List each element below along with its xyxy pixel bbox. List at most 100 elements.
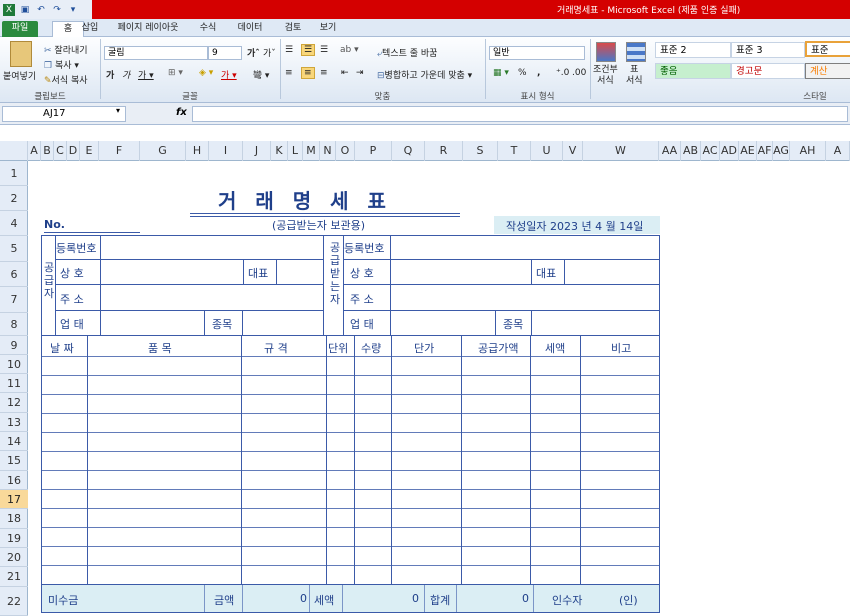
- align-middle-icon[interactable]: ☰: [301, 44, 316, 56]
- row-header[interactable]: 18: [0, 509, 28, 529]
- align-center-icon[interactable]: ≡: [301, 67, 315, 79]
- column-header[interactable]: Q: [392, 141, 425, 161]
- column-header[interactable]: M: [303, 141, 320, 161]
- column-header[interactable]: W: [583, 141, 659, 161]
- column-header[interactable]: D: [67, 141, 80, 161]
- column-header[interactable]: O: [336, 141, 355, 161]
- italic-icon[interactable]: 가: [122, 68, 130, 81]
- decrease-decimal-icon[interactable]: .00: [572, 68, 586, 78]
- customize-qat-icon[interactable]: ▾: [67, 4, 79, 16]
- row-header[interactable]: 12: [0, 393, 28, 413]
- currency-icon[interactable]: ▦ ▾: [493, 68, 509, 78]
- increase-decimal-icon[interactable]: ⁺.0: [556, 68, 569, 78]
- cut-button[interactable]: ✂ 잘라내기: [44, 43, 88, 56]
- row-header[interactable]: 7: [0, 287, 28, 313]
- conditional-format-button[interactable]: 조건부 서식: [593, 65, 618, 87]
- name-box-dropdown-icon[interactable]: ▾: [116, 106, 120, 115]
- conditional-format-icon[interactable]: [596, 42, 616, 62]
- orientation-icon[interactable]: ab ▾: [340, 45, 359, 55]
- name-box[interactable]: AJ17: [2, 106, 126, 122]
- merge-center-button[interactable]: ⊟병합하고 가운데 맞춤 ▾: [377, 68, 472, 81]
- row-header[interactable]: 21: [0, 567, 28, 587]
- font-size-combo[interactable]: 9: [208, 46, 242, 60]
- style-normal-3[interactable]: 표준 3: [731, 42, 805, 58]
- row-header[interactable]: 10: [0, 355, 28, 374]
- row-header[interactable]: 16: [0, 471, 28, 490]
- column-header[interactable]: S: [463, 141, 498, 161]
- column-header[interactable]: F: [99, 141, 140, 161]
- format-as-table-icon[interactable]: [626, 42, 646, 62]
- column-header[interactable]: AE: [739, 141, 757, 161]
- decrease-indent-icon[interactable]: ⇤: [341, 68, 349, 78]
- bold-icon[interactable]: 가: [106, 68, 114, 81]
- select-all-corner[interactable]: [0, 141, 28, 161]
- border-icon[interactable]: ⊞ ▾: [168, 68, 183, 78]
- fill-color-icon[interactable]: ◈ ▾: [199, 68, 213, 78]
- tab-view[interactable]: 보기: [316, 21, 340, 37]
- percent-icon[interactable]: %: [518, 68, 527, 78]
- row-header[interactable]: 13: [0, 413, 28, 432]
- column-header[interactable]: AD: [720, 141, 739, 161]
- column-header[interactable]: AH: [790, 141, 826, 161]
- row-header[interactable]: 22: [0, 587, 28, 616]
- column-header[interactable]: K: [271, 141, 288, 161]
- row-header[interactable]: 2: [0, 186, 28, 211]
- comma-icon[interactable]: ,: [537, 68, 540, 78]
- style-good[interactable]: 좋음: [655, 63, 731, 79]
- tab-page-layout[interactable]: 페이지 레이아웃: [113, 21, 183, 37]
- row-header[interactable]: 6: [0, 262, 28, 287]
- column-header[interactable]: H: [186, 141, 209, 161]
- column-header[interactable]: I: [209, 141, 243, 161]
- row-header[interactable]: 1: [0, 161, 28, 186]
- undo-icon[interactable]: ↶: [35, 4, 47, 16]
- save-icon[interactable]: ▣: [19, 4, 31, 16]
- column-header[interactable]: AF: [757, 141, 773, 161]
- column-header[interactable]: AC: [701, 141, 720, 161]
- row-header[interactable]: 15: [0, 451, 28, 471]
- column-header[interactable]: R: [425, 141, 463, 161]
- row-header[interactable]: 14: [0, 432, 28, 451]
- column-header[interactable]: V: [563, 141, 583, 161]
- column-header[interactable]: G: [140, 141, 186, 161]
- font-grow-icon[interactable]: 가ˆ: [247, 46, 260, 59]
- tab-data[interactable]: 데이터: [234, 21, 266, 37]
- column-header[interactable]: AG: [773, 141, 790, 161]
- format-as-table-button[interactable]: 표 서식: [626, 65, 643, 87]
- row-header[interactable]: 8: [0, 313, 28, 336]
- wrap-text-button[interactable]: ⤶텍스트 줄 바꿈: [377, 46, 437, 59]
- paste-icon[interactable]: [10, 41, 32, 67]
- column-header[interactable]: L: [288, 141, 303, 161]
- align-top-icon[interactable]: ☰: [285, 45, 293, 55]
- align-right-icon[interactable]: ≡: [320, 68, 328, 78]
- column-header[interactable]: E: [80, 141, 99, 161]
- column-header[interactable]: A: [28, 141, 41, 161]
- column-header[interactable]: AA: [659, 141, 681, 161]
- column-header[interactable]: U: [531, 141, 563, 161]
- style-calculation[interactable]: 계산: [805, 63, 850, 79]
- copy-button[interactable]: ❐ 복사 ▾: [44, 58, 79, 71]
- align-bottom-icon[interactable]: ☰: [320, 45, 328, 55]
- formula-input[interactable]: [192, 106, 848, 122]
- row-header[interactable]: 5: [0, 236, 28, 262]
- format-painter-button[interactable]: ✎서식 복사: [44, 73, 88, 86]
- insert-function-icon[interactable]: fx: [176, 107, 187, 118]
- increase-indent-icon[interactable]: ⇥: [356, 68, 364, 78]
- column-header[interactable]: N: [320, 141, 336, 161]
- tab-insert[interactable]: 삽입: [78, 21, 102, 37]
- row-header[interactable]: 11: [0, 374, 28, 393]
- column-header[interactable]: T: [498, 141, 531, 161]
- underline-icon[interactable]: 가 ▾: [138, 68, 154, 81]
- tab-review[interactable]: 검토: [281, 21, 305, 37]
- font-name-combo[interactable]: 굴림: [104, 46, 208, 60]
- column-header[interactable]: B: [41, 141, 54, 161]
- row-header[interactable]: 20: [0, 548, 28, 567]
- align-left-icon[interactable]: ≡: [285, 68, 293, 78]
- font-shrink-icon[interactable]: 가ˇ: [263, 46, 276, 59]
- column-header[interactable]: AB: [681, 141, 701, 161]
- column-header[interactable]: C: [54, 141, 67, 161]
- row-header[interactable]: 19: [0, 529, 28, 548]
- tab-file[interactable]: 파일: [2, 21, 38, 37]
- style-normal-2[interactable]: 표준 2: [655, 42, 731, 58]
- column-header[interactable]: A: [826, 141, 850, 161]
- row-header[interactable]: 9: [0, 336, 28, 355]
